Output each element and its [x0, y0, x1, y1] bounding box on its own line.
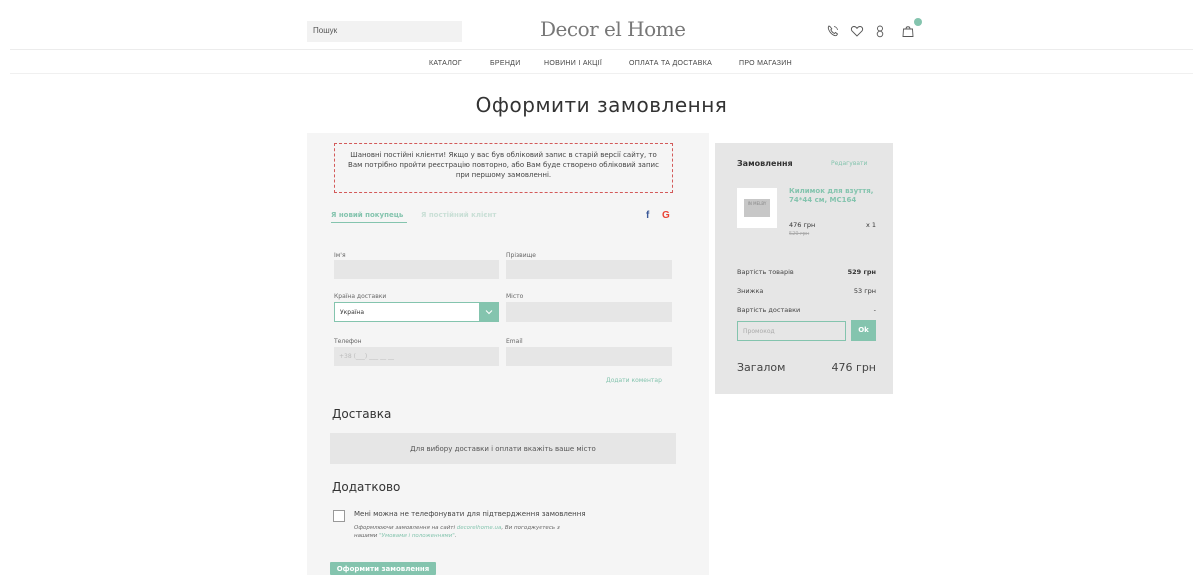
phone-field[interactable]: +38 (___) ___ __ __ — [334, 347, 499, 366]
delivery-heading: Доставка — [332, 407, 392, 421]
first-name-field[interactable] — [334, 260, 499, 279]
tab-new-buyer[interactable]: Я новий покупець — [331, 211, 403, 219]
active-tab-underline — [331, 222, 407, 223]
returning-customer-notice: Шановні постійні клієнти! Якщо у вас був… — [334, 143, 673, 193]
site-logo[interactable]: Decor el Home — [540, 17, 686, 41]
product-thumbnail[interactable]: IN MELBY — [737, 188, 777, 228]
city-label: Місто — [506, 293, 524, 300]
total-label: Загалом — [737, 361, 786, 374]
last-name-label: Прізвище — [506, 252, 536, 259]
order-summary-title: Замовлення — [737, 159, 793, 168]
submit-order-button[interactable]: Оформити замовлення — [330, 562, 436, 575]
phone-label: Телефон — [334, 338, 362, 345]
product-name-link[interactable]: Килимок для взуття, 74*44 см, МС164 — [789, 187, 879, 205]
terms-prefix: Оформлюючи замовлення на сайті — [354, 525, 455, 531]
terms-text: Оформлюючи замовлення на сайті decorelho… — [354, 524, 584, 540]
terms-link[interactable]: "Умовами і положеннями" — [379, 533, 455, 539]
last-name-field[interactable] — [506, 260, 672, 279]
no-call-label[interactable]: Мені можна не телефонувати для підтвердж… — [354, 510, 586, 518]
nav-payment-delivery[interactable]: ОПЛАТА ТА ДОСТАВКА — [629, 60, 712, 72]
goods-cost-value: 529 грн — [847, 268, 876, 276]
no-call-checkbox[interactable] — [333, 510, 345, 522]
edit-order-link[interactable]: Редагувати — [831, 160, 867, 167]
heart-icon[interactable] — [850, 24, 864, 38]
page-title: Оформити замовлення — [475, 93, 728, 117]
nav-news[interactable]: НОВИНИ І АКЦІЇ — [544, 60, 602, 72]
user-icon[interactable] — [873, 24, 887, 38]
country-label: Країна доставки — [334, 293, 387, 300]
email-field[interactable] — [506, 347, 672, 366]
promo-code-input[interactable]: Промокод — [737, 321, 846, 341]
nav-brands[interactable]: БРЕНДИ — [490, 60, 521, 72]
discount-value: 53 грн — [853, 287, 876, 295]
facebook-login-icon[interactable]: f — [646, 210, 649, 221]
delivery-cost-value: - — [873, 306, 876, 314]
nav-catalog[interactable]: КАТАЛОГ — [429, 60, 462, 72]
chevron-down-icon[interactable] — [479, 302, 499, 322]
product-price: 476 грн — [789, 221, 816, 229]
site-link[interactable]: decorelhome.ua — [457, 525, 502, 531]
cart-count-badge — [914, 18, 922, 26]
product-quantity: x 1 — [866, 221, 877, 229]
terms-end: . — [454, 533, 457, 539]
nav-about[interactable]: ПРО МАГАЗИН — [739, 60, 792, 72]
header-divider — [10, 49, 1193, 50]
tab-returning-client[interactable]: Я постійний клієнт — [421, 211, 496, 219]
add-comment-link[interactable]: Додати коментар — [606, 377, 662, 384]
first-name-label: Ім'я — [334, 252, 346, 259]
google-login-icon[interactable]: G — [662, 210, 670, 221]
phone-icon[interactable] — [826, 24, 840, 38]
product-old-price: 529 грн — [789, 231, 810, 237]
country-select[interactable]: Україна — [334, 302, 499, 322]
extra-heading: Додатково — [332, 480, 401, 494]
nav-divider — [10, 73, 1193, 74]
goods-cost-label: Вартість товарів — [737, 268, 794, 276]
city-field[interactable] — [506, 302, 672, 322]
delivery-message: Для вибору доставки і оплати вкажіть ваш… — [330, 433, 676, 464]
product-image: IN MELBY — [744, 199, 770, 217]
search-input[interactable]: Пошук — [307, 21, 462, 42]
email-label: Email — [506, 338, 523, 345]
apply-promo-button[interactable]: Ok — [851, 320, 876, 341]
cart-icon[interactable] — [901, 24, 915, 38]
discount-label: Знижка — [737, 287, 764, 295]
total-value: 476 грн — [831, 361, 876, 374]
delivery-cost-label: Вартість доставки — [737, 306, 801, 314]
